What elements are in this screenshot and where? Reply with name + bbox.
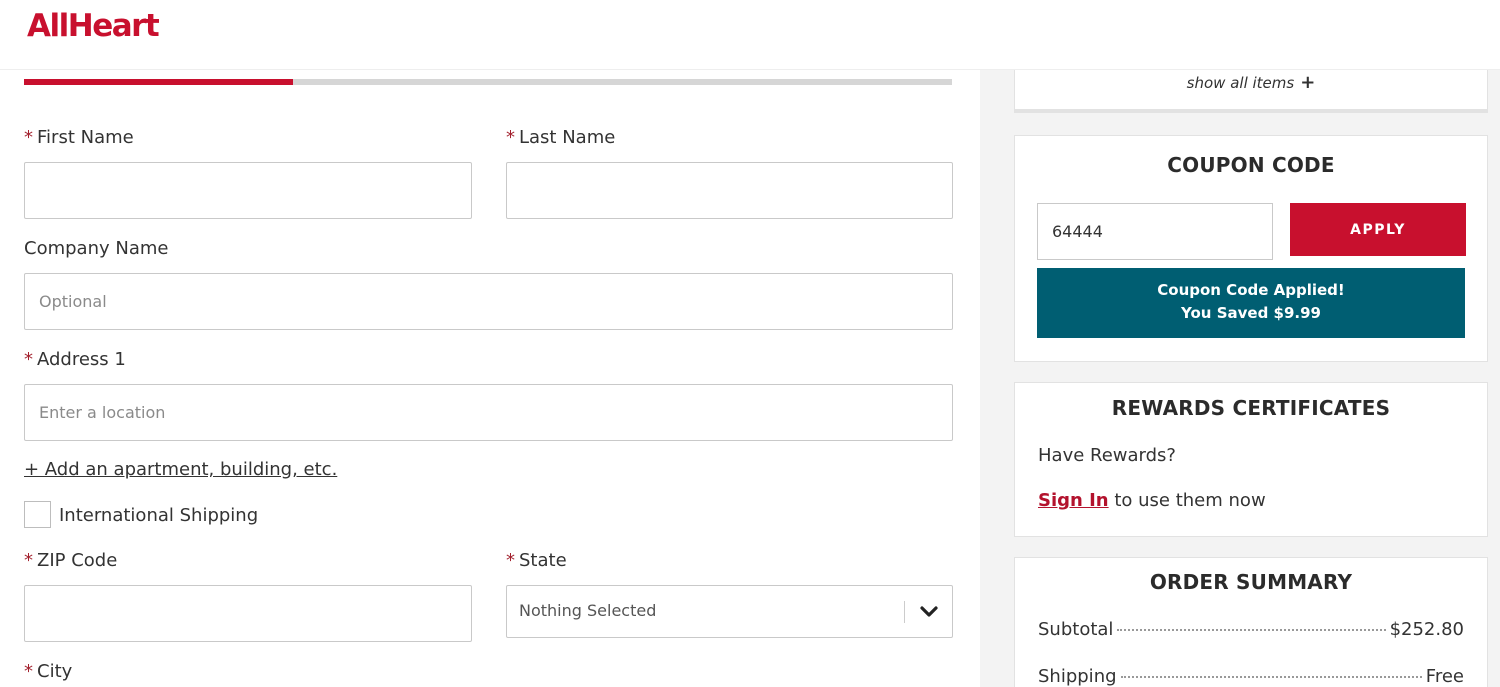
rewards-title: REWARDS CERTIFICATES <box>1111 396 1391 420</box>
rewards-card: REWARDS CERTIFICATES Have Rewards? Sign … <box>1014 382 1488 537</box>
coupon-title: COUPON CODE <box>1167 153 1335 177</box>
last-name-label: * Last Name <box>506 127 616 148</box>
first-name-input[interactable] <box>25 163 471 218</box>
order-summary-title: ORDER SUMMARY <box>1149 570 1353 594</box>
zip-code-field[interactable] <box>24 585 472 642</box>
add-apartment-link[interactable]: + Add an apartment, building, etc. <box>24 459 337 480</box>
apply-coupon-button[interactable]: APPLY <box>1290 203 1466 256</box>
first-name-label: * First Name <box>24 127 134 148</box>
dotted-leader <box>1120 676 1422 678</box>
order-summary-card: ORDER SUMMARY Subtotal $252.80 Shipping … <box>1014 557 1488 687</box>
summary-row-shipping: Shipping Free <box>1038 666 1464 687</box>
last-name-input[interactable] <box>507 163 952 218</box>
rewards-signin-text: Sign In to use them now <box>1038 490 1266 511</box>
checkout-progress-bar <box>24 79 952 85</box>
address1-input[interactable] <box>25 385 952 440</box>
first-name-field[interactable] <box>24 162 472 219</box>
international-shipping-label: International Shipping <box>59 505 259 526</box>
coupon-card: COUPON CODE APPLY Coupon Code Applied! Y… <box>1014 135 1488 362</box>
last-name-field[interactable] <box>506 162 953 219</box>
show-all-items-link[interactable]: show all items + <box>1015 72 1487 93</box>
coupon-applied-message: Coupon Code Applied! <box>1157 281 1345 299</box>
coupon-savings-message: You Saved $9.99 <box>1181 304 1321 322</box>
company-name-field[interactable] <box>24 273 953 330</box>
coupon-applied-banner: Coupon Code Applied! You Saved $9.99 <box>1037 268 1465 338</box>
site-header: AllHeart <box>0 0 1500 70</box>
plus-icon: + <box>1300 72 1316 93</box>
order-sidebar: show all items+ COUPON CODE APPLY Coupon… <box>980 68 1500 687</box>
zip-code-input[interactable] <box>25 586 471 641</box>
summary-value: Free <box>1425 666 1464 687</box>
state-select[interactable]: Nothing Selected <box>506 585 953 638</box>
summary-value: $252.80 <box>1389 619 1464 640</box>
shipping-form: *First Name *Last Name Company Name *Add… <box>0 0 980 687</box>
coupon-code-field[interactable] <box>1037 203 1273 260</box>
dotted-leader <box>1117 629 1386 631</box>
zip-code-label: * ZIP Code <box>24 550 118 571</box>
international-shipping-checkbox[interactable] <box>24 501 51 528</box>
company-name-label: Company Name <box>24 238 169 259</box>
company-name-input[interactable] <box>25 274 952 329</box>
cart-items-card: show all items + <box>1014 68 1488 113</box>
coupon-code-input[interactable] <box>1038 204 1272 259</box>
state-label: * State <box>506 550 567 571</box>
summary-label: Shipping <box>1038 666 1117 687</box>
address1-label: * Address 1 <box>24 349 126 370</box>
select-divider <box>904 601 905 623</box>
summary-label: Subtotal <box>1038 619 1114 640</box>
chevron-down-icon <box>920 606 938 617</box>
allheart-logo[interactable]: AllHeart <box>27 8 160 44</box>
progress-fill <box>24 79 294 85</box>
state-selected-value: Nothing Selected <box>519 601 657 620</box>
sign-in-link[interactable]: Sign In <box>1038 490 1109 511</box>
rewards-question: Have Rewards? <box>1038 445 1176 466</box>
address1-field[interactable] <box>24 384 953 441</box>
city-label: * City <box>24 661 73 682</box>
summary-row-subtotal: Subtotal $252.80 <box>1038 619 1464 640</box>
